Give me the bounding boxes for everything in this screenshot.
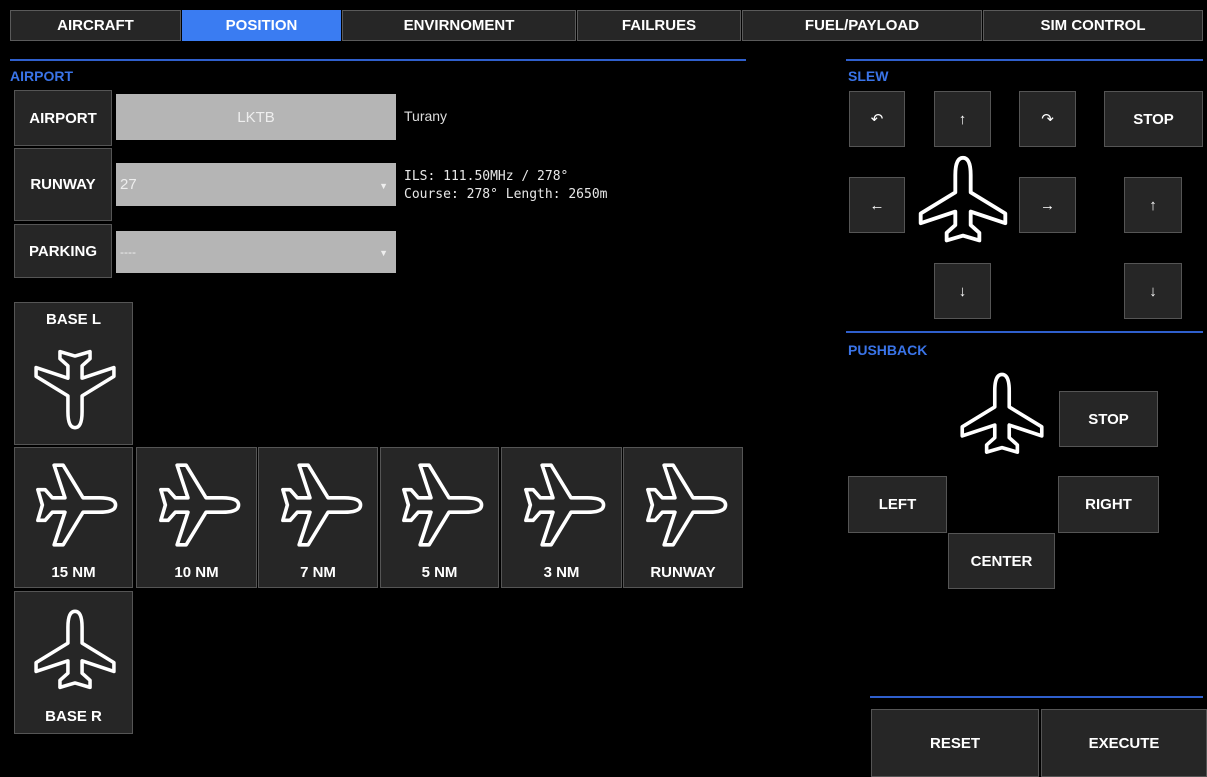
reset-button[interactable]: RESET	[871, 709, 1039, 777]
position-3nm-button[interactable]: 3 NM	[501, 447, 622, 588]
airport-divider	[10, 59, 746, 61]
position-base-left-label: BASE L	[45, 311, 101, 328]
dropdown-caret-icon: ▼	[379, 180, 388, 191]
airport-input[interactable]: LKTB	[116, 94, 396, 140]
position-5nm-label: 5 NM	[421, 564, 458, 581]
slew-divider	[846, 59, 1203, 61]
position-7nm-button[interactable]: 7 NM	[258, 447, 378, 588]
position-10nm-label: 10 NM	[174, 564, 219, 581]
tab-sim-control[interactable]: SIM CONTROL	[983, 10, 1203, 41]
position-base-right-label: BASE R	[45, 708, 102, 725]
runway-ils-info: ILS: 111.50MHz / 278°	[404, 169, 569, 184]
airplane-icon	[960, 372, 1044, 454]
tab-position[interactable]: POSITION	[182, 10, 341, 41]
parking-button[interactable]: PARKING	[14, 224, 112, 278]
position-3nm-label: 3 NM	[543, 564, 580, 581]
tab-fuel-payload[interactable]: FUEL/PAYLOAD	[742, 10, 982, 41]
airplane-icon	[402, 463, 484, 547]
slew-forward-button[interactable]: ↑	[934, 91, 991, 147]
slew-section-title: SLEW	[848, 68, 889, 84]
pushback-stop-button[interactable]: STOP	[1059, 391, 1158, 447]
airplane-icon	[159, 463, 241, 547]
position-5nm-button[interactable]: 5 NM	[380, 447, 499, 588]
pushback-right-button[interactable]: RIGHT	[1058, 476, 1159, 533]
airplane-icon	[646, 463, 728, 547]
airplane-icon	[918, 155, 1008, 243]
airplane-icon	[36, 463, 118, 547]
slew-rotate-left-button[interactable]: ↶	[849, 91, 905, 147]
position-10nm-button[interactable]: 10 NM	[136, 447, 257, 588]
position-base-right-button[interactable]: BASE R	[14, 591, 133, 734]
airplane-icon	[34, 349, 116, 430]
runway-select[interactable]: 27 ▼	[116, 163, 396, 206]
parking-select-value: ----	[120, 245, 136, 259]
parking-select[interactable]: ---- ▼	[116, 231, 396, 273]
position-15nm-button[interactable]: 15 NM	[14, 447, 133, 588]
pushback-section-title: PUSHBACK	[848, 342, 928, 358]
pushback-divider	[846, 331, 1203, 333]
footer-divider	[870, 696, 1203, 698]
position-runway-button[interactable]: RUNWAY	[623, 447, 743, 588]
slew-rotate-right-button[interactable]: ↷	[1019, 91, 1076, 147]
pushback-left-button[interactable]: LEFT	[848, 476, 947, 533]
tab-failures[interactable]: FAILRUES	[577, 10, 741, 41]
slew-down-button[interactable]: ↓	[1124, 263, 1182, 319]
position-15nm-label: 15 NM	[51, 564, 96, 581]
slew-up-button[interactable]: ↑	[1124, 177, 1182, 233]
slew-backward-button[interactable]: ↓	[934, 263, 991, 319]
position-base-left-button[interactable]: BASE L	[14, 302, 133, 445]
airplane-icon	[524, 463, 606, 547]
slew-stop-button[interactable]: STOP	[1104, 91, 1203, 147]
position-7nm-label: 7 NM	[300, 564, 336, 581]
execute-button[interactable]: EXECUTE	[1041, 709, 1207, 777]
tab-environment[interactable]: ENVIRNOMENT	[342, 10, 576, 41]
airplane-icon	[34, 609, 116, 690]
dropdown-caret-icon: ▼	[379, 248, 388, 258]
airport-name: Turany	[404, 108, 448, 124]
runway-select-value: 27	[120, 176, 137, 193]
tab-aircraft[interactable]: AIRCRAFT	[10, 10, 181, 41]
runway-info: ILS: 111.50MHz / 278° Course: 278° Lengt…	[404, 168, 608, 204]
airport-section-title: AIRPORT	[10, 68, 73, 84]
pushback-center-button[interactable]: CENTER	[948, 533, 1055, 589]
runway-course-info: Course: 278° Length: 2650m	[404, 187, 608, 202]
airport-button[interactable]: AIRPORT	[14, 90, 112, 146]
position-runway-label: RUNWAY	[650, 564, 716, 581]
airplane-icon	[281, 463, 363, 547]
slew-left-button[interactable]: ←	[849, 177, 905, 233]
runway-button[interactable]: RUNWAY	[14, 148, 112, 221]
slew-right-button[interactable]: →	[1019, 177, 1076, 233]
